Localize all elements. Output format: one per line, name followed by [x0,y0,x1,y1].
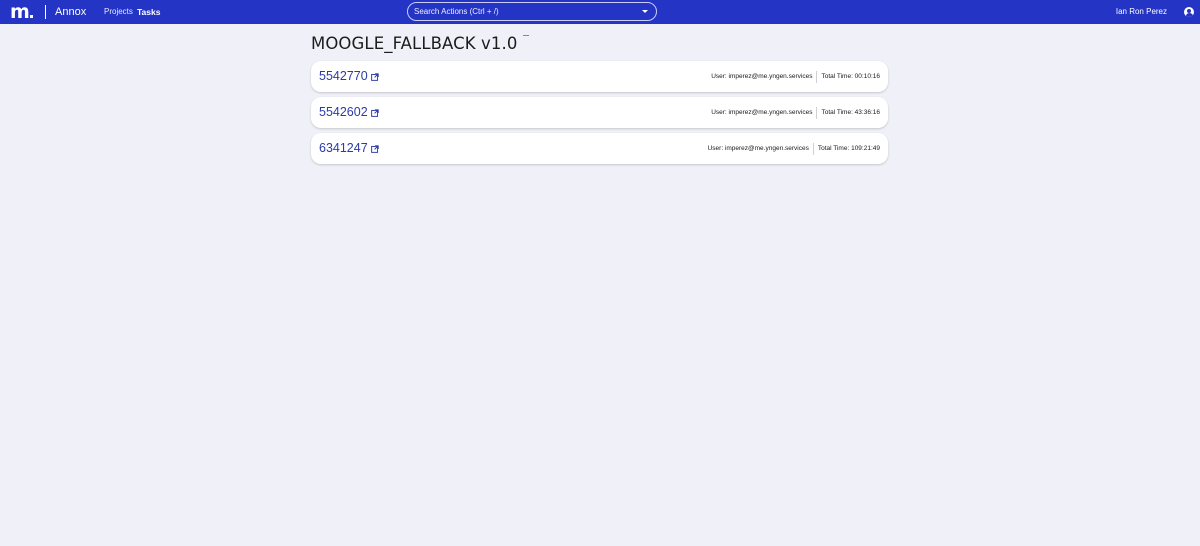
meta-divider [816,70,818,83]
task-card: 6341247 User: imperez@me.yngen.services … [311,133,888,164]
app-logo[interactable]: m [10,1,33,23]
edit-title-icon[interactable] [523,35,530,37]
task-card: 5542602 User: imperez@me.yngen.services … [311,97,888,128]
task-total-time: Total Time: 00:10:16 [821,73,880,80]
task-total-time: Total Time: 109:21:49 [817,145,880,152]
search-actions-input[interactable]: Search Actions (Ctrl + /) [407,2,657,21]
user-name[interactable]: Ian Ron Perez [1116,0,1181,24]
external-link-icon[interactable] [370,72,379,81]
logo-mark: m [10,1,30,23]
task-meta: User: imperez@me.yngen.services Total Ti… [708,133,880,164]
task-list: 5542770 User: imperez@me.yngen.services … [311,61,888,169]
brand-name[interactable]: Annox [55,0,86,24]
top-navigation-bar: m Annox Projects Tasks Search Actions (C… [0,0,1200,24]
task-user: User: imperez@me.yngen.services [711,109,813,116]
logo-dot [29,15,33,18]
task-link[interactable]: 5542770 [319,61,379,92]
task-id[interactable]: 5542602 [319,97,368,128]
external-link-icon[interactable] [370,108,379,117]
task-link[interactable]: 6341247 [319,133,379,164]
page-title-text: MOOGLE_FALLBACK v1.0 [311,33,518,53]
task-id[interactable]: 6341247 [319,133,368,164]
page-title: MOOGLE_FALLBACK v1.0 [311,32,530,54]
chevron-down-icon[interactable] [642,10,648,13]
nav-projects[interactable]: Projects [104,0,133,24]
task-user: User: imperez@me.yngen.services [711,73,813,80]
task-total-time: Total Time: 43:36:16 [821,109,880,116]
task-card: 5542770 User: imperez@me.yngen.services … [311,61,888,92]
task-link[interactable]: 5542602 [319,97,379,128]
external-link-icon[interactable] [370,144,379,153]
task-user: User: imperez@me.yngen.services [707,145,809,152]
task-meta: User: imperez@me.yngen.services Total Ti… [711,97,880,128]
meta-divider [812,142,814,155]
logo-divider [45,5,46,19]
nav-tasks[interactable]: Tasks [137,0,160,24]
task-meta: User: imperez@me.yngen.services Total Ti… [711,61,880,92]
account-circle-icon[interactable] [1184,7,1194,17]
task-id[interactable]: 5542770 [319,61,368,92]
search-placeholder: Search Actions (Ctrl + /) [414,7,499,16]
meta-divider [816,106,818,119]
